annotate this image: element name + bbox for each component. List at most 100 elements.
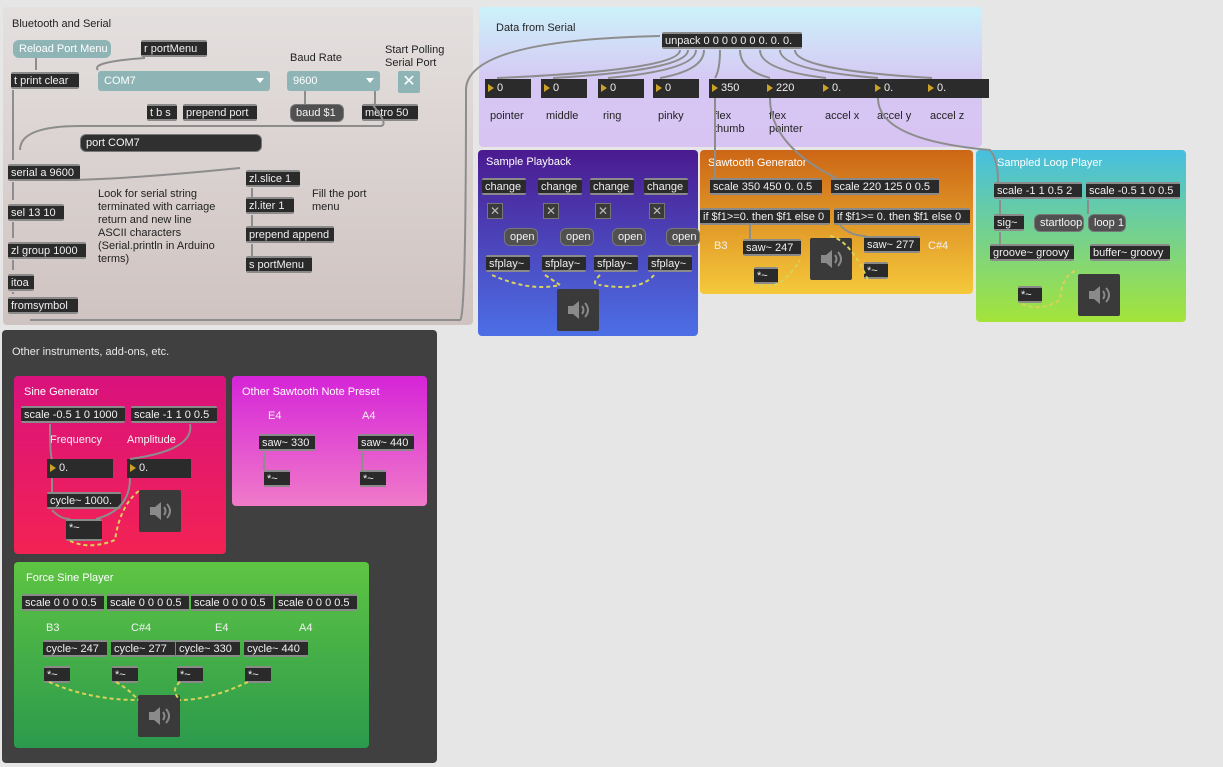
sfplay-object[interactable]: sfplay~ (486, 255, 530, 272)
fill-port-menu-comment: Fill the port menu (312, 188, 367, 213)
toggle-x-icon: ✕ (545, 204, 557, 218)
playback-toggle[interactable]: ✕ (543, 203, 559, 219)
serial-number-box[interactable]: 0 (541, 79, 587, 98)
sine-scale-2-object[interactable]: scale -1 1 0 0.5 (131, 406, 217, 423)
playback-toggle[interactable]: ✕ (595, 203, 611, 219)
loop-1-message[interactable]: loop 1 (1088, 214, 1126, 232)
change-object[interactable]: change (644, 178, 688, 195)
toggle-x-icon: ✕ (597, 204, 609, 218)
saw-mul-2-object[interactable]: *~ (864, 262, 888, 279)
serial-value-label: flex thumb (714, 110, 745, 135)
sawtooth-generator-title: Sawtooth Generator (708, 157, 807, 169)
sfplay-object[interactable]: sfplay~ (648, 255, 692, 272)
t-b-s-object[interactable]: t b s (147, 104, 177, 121)
sel-object[interactable]: sel 13 10 (8, 204, 64, 221)
force-cycle-object[interactable]: cycle~ 247 (43, 640, 107, 657)
saw-scale-1-object[interactable]: scale 350 450 0. 0.5 (710, 178, 822, 195)
force-scale-object[interactable]: scale 0 0 0 0.5 (275, 594, 357, 611)
sig-object[interactable]: sig~ (994, 214, 1024, 231)
force-scale-object[interactable]: scale 0 0 0 0.5 (107, 594, 189, 611)
saw-440-object[interactable]: saw~ 440 (358, 434, 414, 451)
startloop-message[interactable]: startloop (1034, 214, 1084, 232)
loop-mul-object[interactable]: *~ (1018, 286, 1042, 303)
toggle-x-icon: ✕ (402, 73, 416, 90)
saw-247-object[interactable]: saw~ 247 (743, 239, 801, 256)
loop-scale-1-object[interactable]: scale -1 1 0.5 2 (994, 182, 1082, 199)
cycle-1000-object[interactable]: cycle~ 1000. (47, 492, 121, 509)
change-object[interactable]: change (590, 178, 634, 195)
serial-number-box[interactable]: 0. (872, 79, 932, 98)
baud-message[interactable]: baud $1 (290, 104, 344, 122)
data-from-serial-title: Data from Serial (496, 22, 576, 34)
saw-277-object[interactable]: saw~ 277 (864, 236, 920, 253)
sample-playback-title: Sample Playback (486, 156, 571, 168)
port-umenu[interactable]: COM7 (98, 71, 270, 91)
saw-if-2-object[interactable]: if $f1>= 0. then $f1 else 0 (834, 208, 970, 225)
playback-toggle[interactable]: ✕ (649, 203, 665, 219)
serial-number-box[interactable]: 0 (653, 79, 699, 98)
open-message[interactable]: open (504, 228, 538, 246)
preset-mul-1-object[interactable]: *~ (264, 470, 290, 487)
serial-number-box[interactable]: 220 (764, 79, 824, 98)
polling-toggle[interactable]: ✕ (398, 71, 420, 93)
speaker-icon[interactable] (557, 289, 599, 331)
serial-number-box[interactable]: 0. (925, 79, 989, 98)
change-object[interactable]: change (482, 178, 526, 195)
sfplay-object[interactable]: sfplay~ (542, 255, 586, 272)
open-message[interactable]: open (666, 228, 700, 246)
force-mul-object[interactable]: *~ (44, 666, 70, 683)
preset-mul-2-object[interactable]: *~ (360, 470, 386, 487)
t-print-clear-object[interactable]: t print clear (11, 72, 79, 89)
groove-object[interactable]: groove~ groovy (990, 244, 1074, 261)
prepend-port-object[interactable]: prepend port (183, 104, 257, 121)
sine-mul-object[interactable]: *~ (66, 519, 102, 541)
saw-scale-2-object[interactable]: scale 220 125 0 0.5 (831, 178, 939, 195)
buffer-object[interactable]: buffer~ groovy (1090, 244, 1170, 261)
open-message[interactable]: open (560, 228, 594, 246)
a4-label: A4 (362, 410, 376, 422)
playback-toggle[interactable]: ✕ (487, 203, 503, 219)
force-note-label: E4 (215, 622, 229, 634)
saw-if-1-object[interactable]: if $f1>=0. then $f1 else 0 (700, 208, 830, 225)
speaker-icon[interactable] (138, 695, 180, 737)
force-mul-object[interactable]: *~ (177, 666, 203, 683)
itoa-object[interactable]: itoa (8, 274, 34, 291)
force-cycle-object[interactable]: cycle~ 330 (176, 640, 240, 657)
sine-scale-1-object[interactable]: scale -0.5 1 0 1000 (21, 406, 125, 423)
force-scale-object[interactable]: scale 0 0 0 0.5 (191, 594, 273, 611)
loop-scale-2-object[interactable]: scale -0.5 1 0 0.5 (1086, 182, 1180, 199)
saw-mul-1-object[interactable]: *~ (754, 267, 778, 284)
zl-slice-object[interactable]: zl.slice 1 (246, 170, 300, 187)
speaker-icon[interactable] (810, 238, 852, 280)
force-mul-object[interactable]: *~ (245, 666, 271, 683)
force-note-label: A4 (299, 622, 313, 634)
metro-object[interactable]: metro 50 (362, 104, 418, 121)
open-message[interactable]: open (612, 228, 646, 246)
zl-iter-object[interactable]: zl.iter 1 (246, 197, 294, 214)
fromsymbol-object[interactable]: fromsymbol (8, 297, 78, 314)
r-portmenu-object[interactable]: r portMenu (141, 40, 207, 57)
reload-port-menu-button[interactable]: Reload Port Menu (13, 40, 111, 58)
speaker-icon[interactable] (1078, 274, 1120, 316)
force-scale-object[interactable]: scale 0 0 0 0.5 (22, 594, 104, 611)
prepend-append-object[interactable]: prepend append (246, 226, 334, 243)
zl-group-object[interactable]: zl group 1000 (8, 242, 86, 259)
force-cycle-object[interactable]: cycle~ 440 (244, 640, 308, 657)
port-message[interactable]: port COM7 (80, 134, 262, 152)
change-object[interactable]: change (538, 178, 582, 195)
serial-value-label: accel y (877, 110, 912, 122)
baud-umenu[interactable]: 9600 (287, 71, 380, 91)
sfplay-object[interactable]: sfplay~ (594, 255, 638, 272)
s-portmenu-object[interactable]: s portMenu (246, 256, 312, 273)
serial-number-box[interactable]: 0 (485, 79, 531, 98)
amplitude-number[interactable]: 0. (127, 459, 191, 478)
force-cycle-object[interactable]: cycle~ 277 (111, 640, 175, 657)
cs4-label: C#4 (928, 240, 949, 252)
force-mul-object[interactable]: *~ (112, 666, 138, 683)
frequency-number[interactable]: 0. (47, 459, 113, 478)
serial-number-box[interactable]: 0 (598, 79, 644, 98)
saw-330-object[interactable]: saw~ 330 (259, 434, 315, 451)
serial-object[interactable]: serial a 9600 (8, 164, 80, 181)
speaker-icon[interactable] (139, 490, 181, 532)
unpack-object[interactable]: unpack 0 0 0 0 0 0 0. 0. 0. (662, 32, 802, 49)
